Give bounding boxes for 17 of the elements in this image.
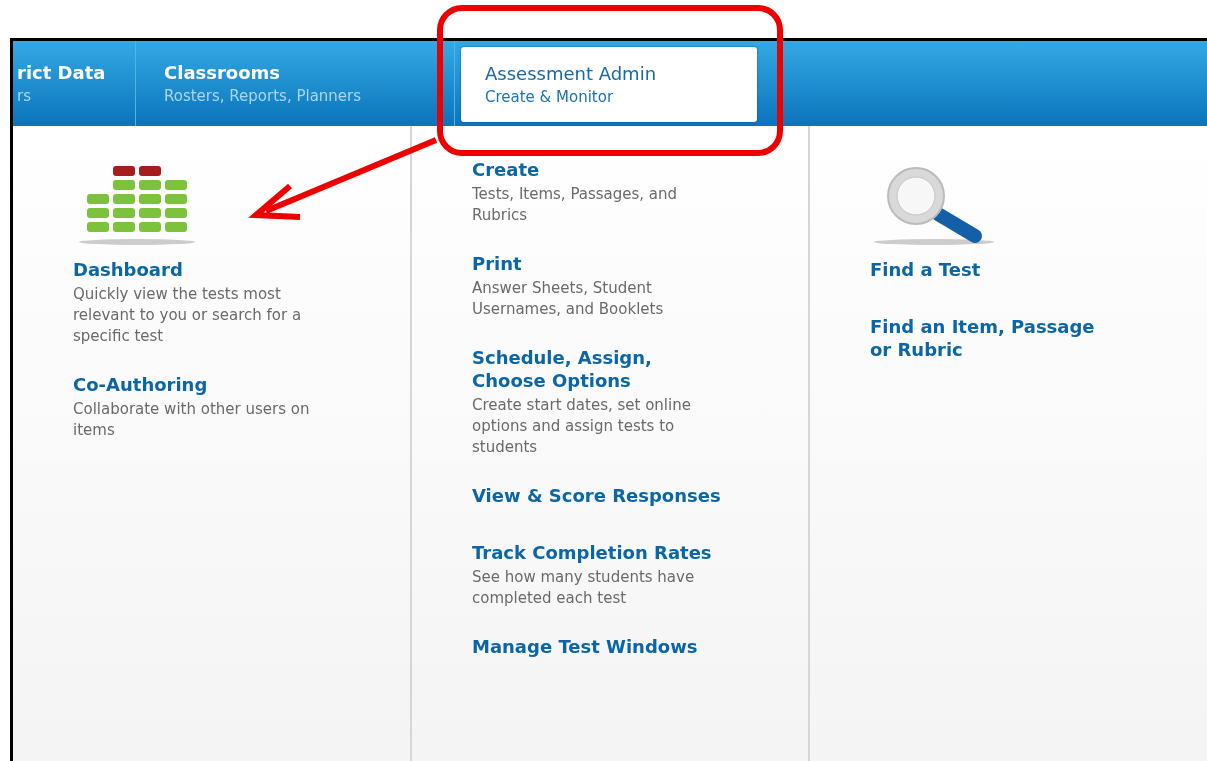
- menu-link[interactable]: Schedule, Assign, Choose Options: [472, 346, 722, 392]
- menu-link[interactable]: Dashboard: [73, 258, 323, 281]
- menu-link[interactable]: Manage Test Windows: [472, 635, 722, 658]
- menu-description: Quickly view the tests most relevant to you or search for a specific test: [73, 284, 303, 347]
- menu-description: Tests, Items, Passages, and Rubrics: [472, 184, 679, 226]
- nav-tab[interactable]: Assessment Admin Create & Monitor: [461, 47, 757, 122]
- menu-link[interactable]: Find an Item, Passage or Rubric: [870, 315, 1120, 361]
- menu-description: Collaborate with other users on items: [73, 399, 311, 441]
- menu-link[interactable]: Find a Test: [870, 258, 1120, 281]
- menu-description: Answer Sheets, Student Usernames, and Booklets: [472, 278, 665, 320]
- menu-description: See how many students have completed each test: [472, 567, 696, 609]
- menu-link[interactable]: Print: [472, 252, 722, 275]
- menu-link[interactable]: Create: [472, 158, 722, 181]
- menu-link[interactable]: Track Completion Rates: [472, 541, 722, 564]
- menu-description: Create start dates, set online options and assign tests to students: [472, 395, 692, 458]
- menu-link[interactable]: View & Score Responses: [472, 484, 722, 507]
- menu-link[interactable]: Co-Authoring: [73, 373, 323, 396]
